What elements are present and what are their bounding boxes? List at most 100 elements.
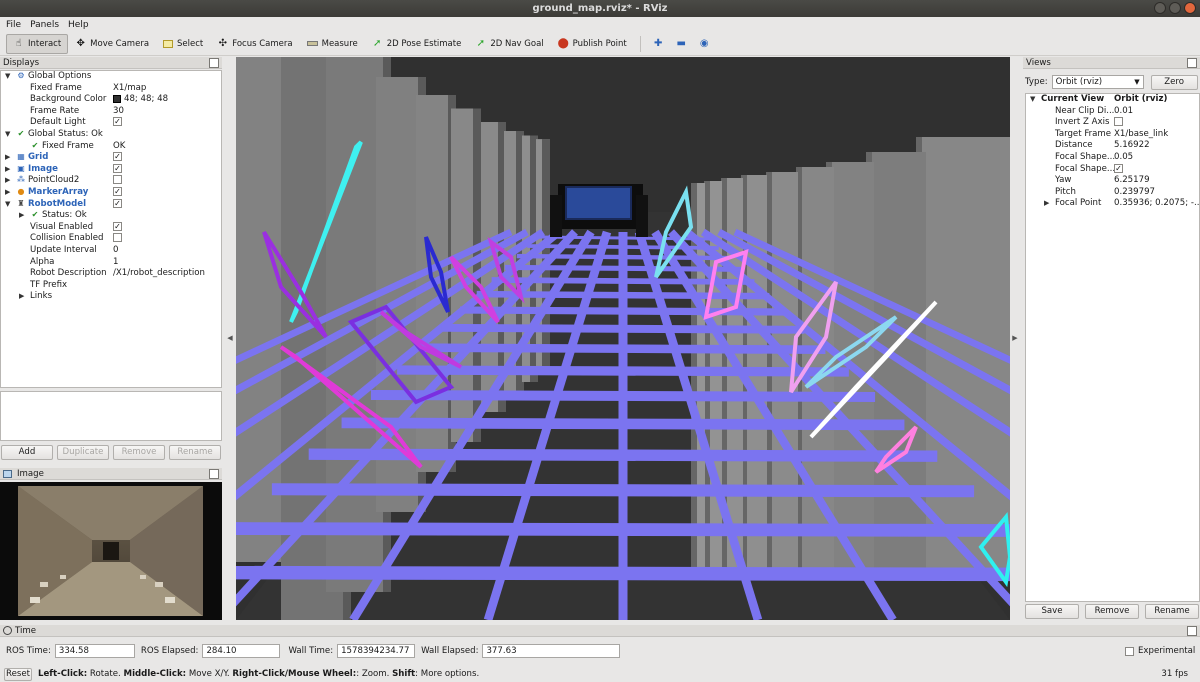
tree-row-value[interactable]: 6.25179 (1114, 175, 1150, 187)
eye-icon[interactable]: ◉ (699, 38, 710, 49)
tree-row[interactable]: Target Frame X1/base_link (1026, 129, 1199, 141)
tree-row-value[interactable]: ✓ (1114, 163, 1123, 176)
tree-row[interactable]: ✔ Fixed Frame OK (1, 141, 221, 153)
tree-row[interactable]: Invert Z Axis (1026, 117, 1199, 129)
tree-row[interactable]: ▶ ✔ Status: Ok (1, 210, 221, 222)
tool-interact[interactable]: ☝ Interact (6, 33, 69, 54)
rename-view-button[interactable]: Rename (1145, 604, 1199, 619)
right-collapse-handle[interactable]: ▶ (1011, 330, 1019, 346)
close-icon[interactable] (1184, 2, 1196, 14)
save-view-button[interactable]: Save (1025, 604, 1079, 619)
tree-row[interactable]: Pitch 0.239797 (1026, 187, 1199, 199)
tree-row-value[interactable]: OK (113, 141, 125, 153)
tree-row-value[interactable]: 0.239797 (1114, 187, 1155, 199)
checked-checkbox[interactable]: ✓ (113, 198, 122, 208)
tree-row-value[interactable]: X1/map (113, 83, 146, 95)
minus-icon[interactable]: ▬ (676, 38, 687, 49)
expand-arrow-icon[interactable]: ▼ (5, 71, 10, 83)
tree-row-value[interactable]: ✓ (113, 186, 122, 199)
remove-button[interactable]: Remove (113, 445, 165, 460)
checked-checkbox[interactable]: ✓ (113, 117, 122, 127)
tree-row[interactable]: ▶ ▦ Grid ✓ (1, 152, 221, 164)
checked-checkbox[interactable]: ✓ (1114, 163, 1123, 173)
zero-button[interactable]: Zero (1150, 74, 1198, 90)
tool-2d-nav-goal[interactable]: ➚ 2D Nav Goal (468, 34, 550, 54)
rename-button[interactable]: Rename (169, 445, 221, 460)
collapse-arrow-icon[interactable]: ▶ (5, 164, 10, 176)
tree-row[interactable]: TF Prefix (1, 280, 221, 292)
tree-row-value[interactable]: 30 (113, 106, 124, 118)
tree-row-value[interactable] (113, 233, 122, 245)
expand-arrow-icon[interactable]: ▼ (5, 199, 10, 211)
menu-panels[interactable]: Panels (30, 20, 59, 30)
checked-checkbox[interactable]: ✓ (113, 221, 122, 231)
unchecked-checkbox[interactable] (113, 175, 122, 185)
tree-row[interactable]: ▼ ✔ Global Status: Ok (1, 129, 221, 141)
tree-row[interactable]: ▼ ⚙ Global Options (1, 71, 221, 83)
unchecked-checkbox[interactable] (113, 233, 122, 243)
collapse-arrow-icon[interactable]: ▶ (5, 187, 10, 199)
tree-row-value[interactable]: ✓ (113, 152, 122, 164)
tree-row-value[interactable]: 0.35936; 0.2075; -... (1114, 198, 1200, 210)
tree-row-value[interactable]: 48; 48; 48 (113, 94, 168, 106)
collapse-arrow-icon[interactable]: ▶ (19, 210, 24, 222)
reset-button[interactable]: Reset (4, 667, 32, 681)
tree-row-value[interactable]: 0 (113, 245, 118, 257)
left-collapse-handle[interactable]: ◀ (226, 330, 234, 346)
menu-file[interactable]: File (6, 20, 21, 30)
remove-view-button[interactable]: Remove (1085, 604, 1139, 619)
collapse-arrow-icon[interactable]: ▶ (5, 152, 10, 164)
expand-arrow-icon[interactable]: ▼ (5, 129, 10, 141)
ros-elapsed-field[interactable]: 284.10 (202, 644, 281, 658)
tree-row[interactable]: Near Clip Di... 0.01 (1026, 106, 1199, 118)
tree-row-value[interactable]: ✓ (113, 198, 122, 211)
tool-measure[interactable]: Measure (300, 34, 365, 54)
views-tree[interactable]: ▼ Current View Orbit (rviz) Near Clip Di...… (1025, 93, 1200, 602)
menu-help[interactable]: Help (68, 20, 89, 30)
float-panel-icon[interactable] (209, 468, 219, 479)
tree-row-value[interactable]: X1/base_link (1114, 129, 1168, 141)
checked-checkbox[interactable]: ✓ (113, 163, 122, 173)
expand-arrow-icon[interactable]: ▼ (1030, 94, 1035, 106)
tool-move-camera[interactable]: ✥ Move Camera (68, 34, 156, 54)
minimize-icon[interactable] (1154, 2, 1166, 14)
tree-row-value[interactable]: ✓ (113, 163, 122, 176)
tree-row[interactable]: ▼ Current View Orbit (rviz) (1026, 94, 1199, 106)
wall-elapsed-field[interactable]: 377.63 (482, 644, 621, 658)
3d-viewport[interactable] (236, 57, 1010, 620)
maximize-icon[interactable] (1169, 2, 1181, 14)
experimental-checkbox[interactable] (1125, 646, 1134, 656)
tree-row-value[interactable]: Orbit (rviz) (1114, 94, 1167, 106)
wall-time-field[interactable]: 1578394234.77 (337, 644, 416, 658)
tree-row-value[interactable]: ✓ (113, 117, 122, 129)
experimental-toggle[interactable]: Experimental (1125, 646, 1195, 656)
checked-checkbox[interactable]: ✓ (113, 186, 122, 196)
tree-row-value[interactable]: ✓ (113, 221, 122, 234)
collapse-arrow-icon[interactable]: ▶ (19, 291, 24, 303)
tree-row[interactable]: Visual Enabled ✓ (1, 221, 221, 234)
ros-time-field[interactable]: 334.58 (54, 644, 135, 658)
tool-2d-pose-estimate[interactable]: ➚ 2D Pose Estimate (365, 34, 469, 54)
tree-row-value[interactable]: 1 (113, 257, 118, 269)
add-button[interactable]: Add (1, 445, 53, 460)
float-panel-icon[interactable] (1187, 57, 1197, 68)
tool-publish-point[interactable]: ⬤ Publish Point (551, 34, 634, 54)
tree-row[interactable]: Alpha 1 (1, 257, 221, 269)
duplicate-button[interactable]: Duplicate (57, 445, 109, 460)
tree-row[interactable]: ▶ Focal Point 0.35936; 0.2075; -... (1026, 198, 1200, 210)
displays-tree[interactable]: ▼ ⚙ Global Options Fixed Frame X1/map Backgro… (0, 70, 222, 388)
tree-row-value[interactable]: /X1/robot_description (113, 268, 205, 280)
tree-row[interactable]: Fixed Frame X1/map (1, 83, 221, 95)
tree-row[interactable]: Distance 5.16922 (1026, 140, 1199, 152)
tree-row[interactable]: Update Interval 0 (1, 245, 221, 257)
tree-row-value[interactable] (113, 175, 122, 187)
tree-row-value[interactable]: 0.05 (1114, 152, 1133, 164)
tree-row-value[interactable]: 5.16922 (1114, 140, 1150, 152)
tree-row[interactable]: Background Color 48; 48; 48 (1, 94, 221, 106)
tree-row[interactable]: ▶ ● MarkerArray ✓ (1, 186, 221, 199)
float-panel-icon[interactable] (1187, 625, 1197, 636)
tree-row[interactable]: Focal Shape... 0.05 (1026, 152, 1199, 164)
unchecked-checkbox[interactable] (1114, 117, 1123, 127)
tree-row[interactable]: Yaw 6.25179 (1026, 175, 1199, 187)
tree-row-value[interactable]: 0.01 (1114, 106, 1133, 118)
